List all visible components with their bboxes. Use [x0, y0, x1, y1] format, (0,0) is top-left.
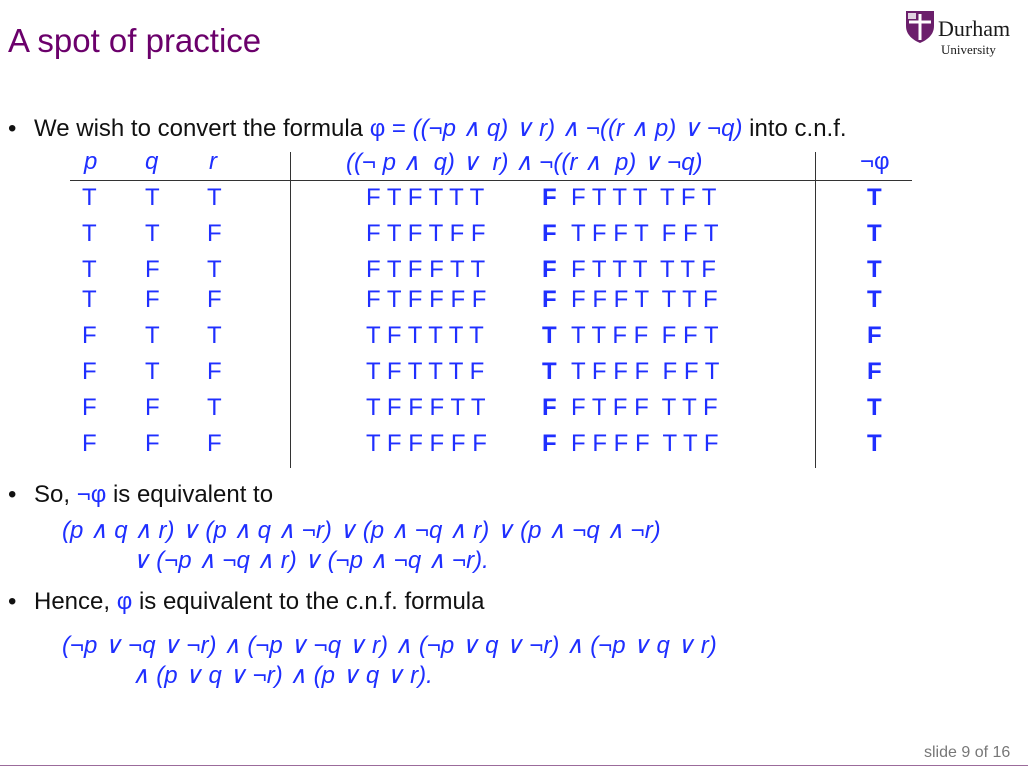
cell-r: F — [207, 430, 222, 457]
cell-q: T — [145, 184, 160, 211]
cell-formula-right: T T F F F F T — [571, 322, 719, 349]
cell-neg-phi: F — [867, 358, 882, 385]
cell-neg-phi: T — [867, 430, 882, 457]
cell-r: F — [207, 358, 222, 385]
cnf-line-1: (¬p ∨ ¬q ∨ ¬r) ∧ (¬p ∨ ¬q ∨ r) ∧ (¬p ∨ q… — [62, 632, 717, 659]
bullet-dot: • — [8, 588, 17, 615]
bullet-2-prefix: So, — [34, 481, 77, 508]
bullet-3: • Hence, φ is equivalent to the c.n.f. fo… — [8, 588, 484, 616]
cell-r: F — [207, 286, 222, 313]
cell-q: F — [145, 430, 160, 457]
cell-r: T — [207, 184, 222, 211]
cell-formula-left: T F T T T T — [366, 322, 484, 349]
cell-q: F — [145, 256, 160, 283]
bullet-dot: • — [8, 481, 17, 508]
cell-p: F — [82, 394, 97, 421]
cell-formula-left: F T F F F F — [366, 286, 487, 313]
cell-formula-right: F F F F T T F — [571, 430, 719, 457]
cell-formula-right: F T T T T F T — [571, 184, 717, 211]
header-formula: ((¬ p ∧ q) ∨ r) ∧ ¬((r ∧ p) ∨ ¬q) — [346, 149, 703, 176]
slide-number: slide 9 of 16 — [924, 744, 1011, 761]
cell-neg-phi: T — [867, 220, 882, 247]
cell-p: F — [82, 430, 97, 457]
table-header-divider — [70, 180, 912, 181]
bullet-2: • So, ¬φ is equivalent to — [8, 481, 273, 509]
cell-q: F — [145, 394, 160, 421]
cell-formula-left: T F F F F F — [366, 430, 487, 457]
neg-phi-symbol: ¬φ — [76, 481, 107, 508]
cell-q: T — [145, 220, 160, 247]
logo-sub: University — [941, 42, 996, 57]
cell-main-connective: T — [542, 322, 557, 349]
header-q: q — [145, 148, 159, 175]
formula-phi: ((¬p ∧ q) ∨ r) ∧ ¬((r ∧ p) ∨ ¬q) — [412, 115, 743, 142]
cell-formula-left: T F T T T F — [366, 358, 485, 385]
cell-r: T — [207, 256, 222, 283]
logo-name: Durham — [938, 16, 1011, 41]
cell-formula-right: T F F T F F T — [571, 220, 719, 247]
cell-formula-right: F T F F T T F — [571, 394, 718, 421]
cell-q: F — [145, 286, 160, 313]
dnf-line-1: (p ∧ q ∧ r) ∨ (p ∧ q ∧ ¬r) ∨ (p ∧ ¬q ∧ r… — [62, 517, 661, 544]
cell-q: T — [145, 322, 160, 349]
cell-neg-phi: T — [867, 256, 882, 283]
cell-r: F — [207, 220, 222, 247]
cell-p: T — [82, 286, 97, 313]
cell-p: T — [82, 220, 97, 247]
bullet-dot: • — [8, 115, 17, 142]
cell-formula-left: T F F F T T — [366, 394, 486, 421]
bullet-1-suffix: into c.n.f. — [742, 115, 847, 142]
cell-formula-left: F T F F T T — [366, 256, 486, 283]
cell-formula-right: F T T T T T F — [571, 256, 716, 283]
cell-main-connective: F — [542, 394, 557, 421]
cell-formula-right: T F F F F F T — [571, 358, 720, 385]
bullet-1: • We wish to convert the formula φ = ((¬p… — [8, 114, 847, 143]
header-r: r — [209, 148, 217, 175]
cnf-line-2: ∧ (p ∨ q ∨ ¬r) ∧ (p ∨ q ∨ r). — [132, 662, 433, 689]
bullet-3-prefix: Hence, — [34, 588, 117, 615]
cell-main-connective: T — [542, 358, 557, 385]
cell-main-connective: F — [542, 286, 557, 313]
shield-icon — [906, 11, 934, 43]
cell-r: T — [207, 394, 222, 421]
slide-title: A spot of practice — [8, 22, 262, 59]
cell-formula-left: F T F T T T — [366, 184, 485, 211]
cell-formula-left: F T F T F F — [366, 220, 486, 247]
dnf-line-2: ∨ (¬p ∧ ¬q ∧ r) ∨ (¬p ∧ ¬q ∧ ¬r). — [132, 547, 489, 574]
table-divider-left — [290, 152, 291, 468]
table-divider-right — [815, 152, 816, 468]
bullet-2-suffix: is equivalent to — [106, 481, 274, 508]
equals: = — [385, 115, 413, 142]
cell-p: F — [82, 358, 97, 385]
cell-main-connective: F — [542, 256, 557, 283]
cell-p: T — [82, 184, 97, 211]
cell-r: T — [207, 322, 222, 349]
cell-main-connective: F — [542, 184, 557, 211]
cell-main-connective: F — [542, 430, 557, 457]
bullet-3-suffix: is equivalent to the c.n.f. formula — [132, 588, 485, 615]
bullet-1-prefix: We wish to convert the formula — [34, 115, 370, 142]
cell-q: T — [145, 358, 160, 385]
cell-neg-phi: T — [867, 394, 882, 421]
phi-symbol: φ — [369, 115, 386, 142]
durham-logo: Durham University — [905, 8, 1023, 64]
header-p: p — [84, 148, 98, 175]
phi-symbol: φ — [116, 588, 133, 615]
cell-main-connective: F — [542, 220, 557, 247]
cell-p: F — [82, 322, 97, 349]
cell-neg-phi: T — [867, 286, 882, 313]
cell-p: T — [82, 256, 97, 283]
cell-neg-phi: F — [867, 322, 882, 349]
cell-formula-right: F F F T T T F — [571, 286, 718, 313]
header-neg-phi: ¬φ — [860, 148, 890, 175]
cell-neg-phi: T — [867, 184, 882, 211]
